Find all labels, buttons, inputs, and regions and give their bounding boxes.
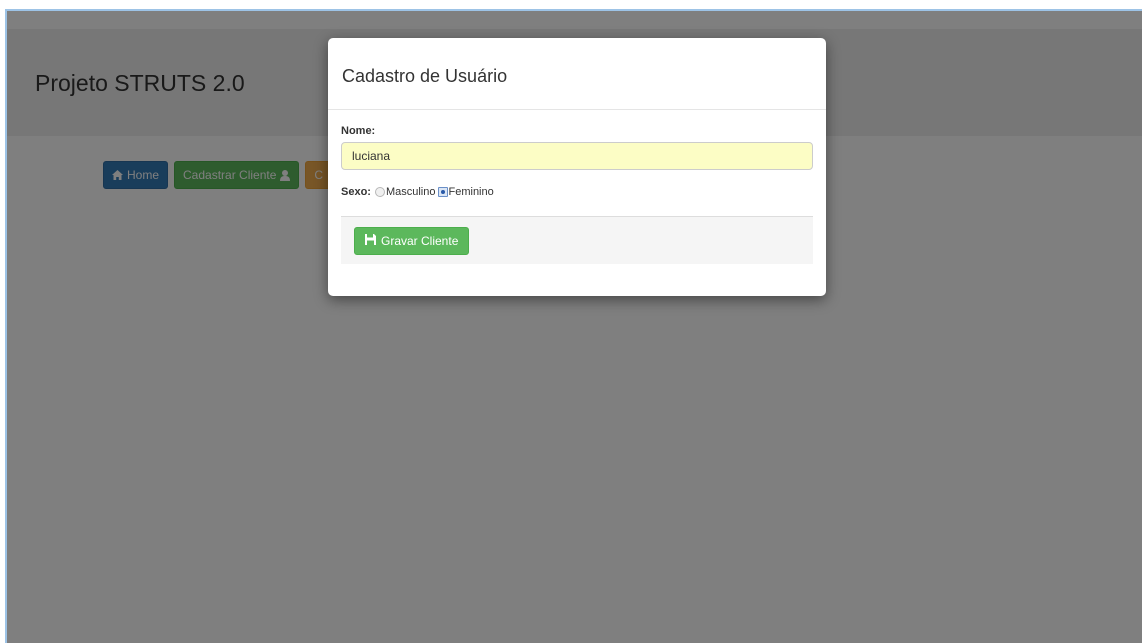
gravar-cliente-button[interactable]: Gravar Cliente <box>354 227 470 255</box>
nome-label: Nome: <box>341 125 376 137</box>
app-frame: Projeto STRUTS 2.0 Home Cadastrar Client… <box>5 9 1142 643</box>
radio-masculino[interactable] <box>374 187 385 197</box>
radio-feminino[interactable] <box>437 187 448 197</box>
masculino-label: Masculino <box>385 186 436 198</box>
gravar-cliente-label: Gravar Cliente <box>381 234 459 248</box>
sexo-label: Sexo: <box>341 186 371 198</box>
cadastro-modal: Cadastro de Usuário Nome: Sexo: Masculin… <box>328 38 826 296</box>
modal-footer: Gravar Cliente <box>341 216 813 264</box>
floppy-disk-icon <box>365 234 381 248</box>
modal-title: Cadastro de Usuário <box>342 66 508 86</box>
modal-header: Cadastro de Usuário <box>328 38 826 110</box>
sexo-radio-group: Sexo: Masculino Feminino <box>341 186 813 198</box>
modal-body: Nome: Sexo: Masculino Feminino Gravar Cl… <box>328 110 826 264</box>
feminino-label: Feminino <box>448 186 494 198</box>
nome-input[interactable] <box>341 142 813 170</box>
